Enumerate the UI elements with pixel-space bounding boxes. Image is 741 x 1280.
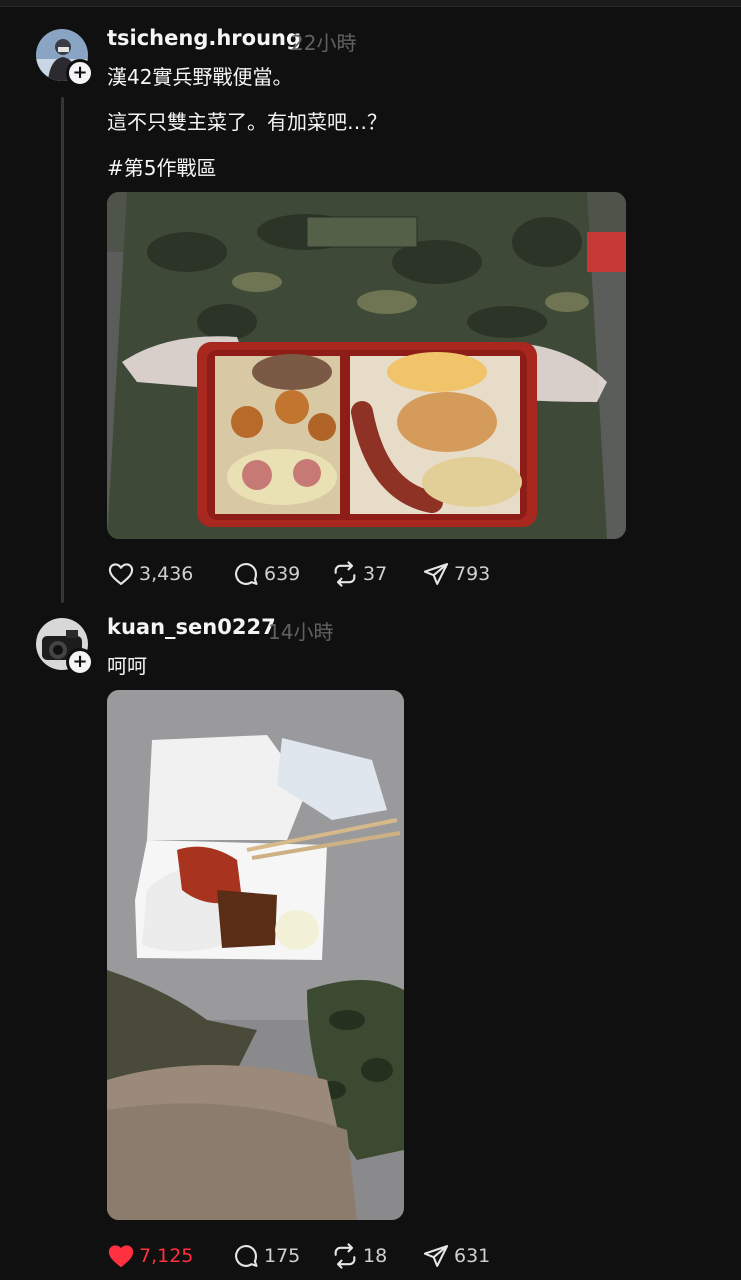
avatar-wrap[interactable]: + (36, 29, 94, 87)
repost-count: 18 (363, 1245, 388, 1267)
heart-icon (108, 1245, 134, 1267)
share-count: 793 (454, 563, 491, 585)
post-actions: 3,436 639 37 793 (107, 559, 507, 589)
post-actions: 7,125 175 18 631 (107, 1241, 507, 1271)
post-time: 14小時 (268, 620, 334, 644)
share-icon (423, 1245, 449, 1267)
like-button[interactable]: 7,125 (107, 1241, 193, 1271)
repost-icon (334, 561, 356, 587)
comment-button[interactable]: 639 (232, 559, 300, 589)
username[interactable]: kuan_sen0227 (107, 615, 276, 639)
post-text-line-1: 呵呵 (107, 654, 147, 678)
repost-icon (334, 1243, 356, 1269)
like-count: 3,436 (139, 563, 194, 585)
comment-icon (235, 1245, 258, 1267)
like-button[interactable]: 3,436 (107, 559, 193, 589)
username[interactable]: tsicheng.hroung (107, 26, 301, 50)
lunchbox-on-ground-photo[interactable] (107, 690, 404, 1220)
comment-count: 175 (264, 1245, 301, 1267)
post-time: 22小時 (291, 31, 357, 55)
share-count: 631 (454, 1245, 491, 1267)
comment-count: 639 (264, 563, 301, 585)
post-text-line-2: 這不只雙主菜了。有加菜吧…？ (107, 110, 387, 134)
thread-line (61, 97, 64, 603)
share-button[interactable]: 631 (422, 1241, 490, 1271)
repost-count: 37 (363, 563, 388, 585)
avatar-wrap[interactable]: + (36, 618, 94, 676)
comment-icon (235, 563, 258, 585)
repost-button[interactable]: 37 (331, 559, 387, 589)
like-count: 7,125 (139, 1245, 194, 1267)
share-button[interactable]: 793 (422, 559, 490, 589)
heart-icon (108, 563, 134, 585)
post-text-line-1: 漢42實兵野戰便當。 (107, 65, 293, 89)
share-icon (423, 563, 449, 585)
military-bento-photo[interactable] (107, 192, 626, 539)
follow-plus-icon[interactable]: + (66, 648, 94, 676)
comment-button[interactable]: 175 (232, 1241, 300, 1271)
post-hashtag[interactable]: #第5作戰區 (107, 152, 216, 181)
repost-button[interactable]: 18 (331, 1241, 387, 1271)
top-divider (0, 0, 741, 7)
follow-plus-icon[interactable]: + (66, 59, 94, 87)
